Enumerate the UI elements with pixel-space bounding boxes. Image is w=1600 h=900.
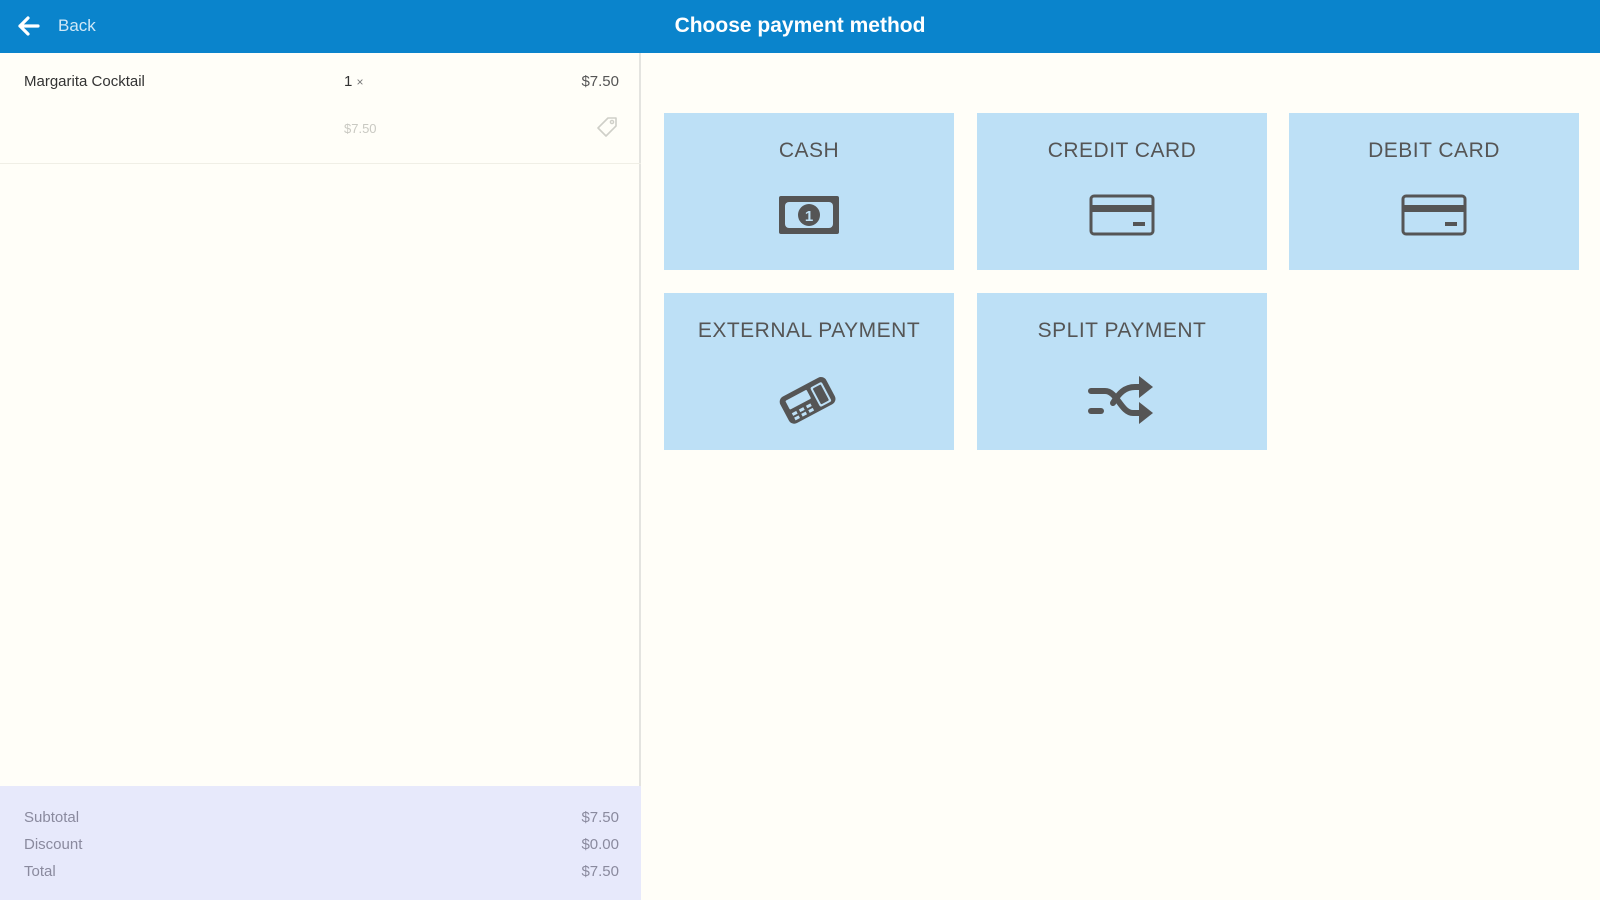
item-price: $7.50 (581, 73, 619, 90)
arrow-left-icon (18, 16, 40, 36)
order-totals: Subtotal $7.50 Discount $0.00 Total $7.5… (0, 786, 641, 900)
total-label: Total (24, 863, 56, 880)
cash-icon: 1 (779, 196, 839, 234)
credit-card-icon (1089, 194, 1155, 236)
payment-debit-card-label: DEBIT CARD (1368, 139, 1500, 162)
item-quantity: 1 × (344, 73, 364, 90)
payment-cash-label: CASH (778, 139, 840, 162)
payment-cash-button[interactable]: CASH 1 (664, 113, 954, 270)
discount-label: Discount (24, 836, 83, 853)
back-label: Back (58, 16, 96, 35)
subtotal-label: Subtotal (24, 809, 80, 826)
item-qty-suffix: × (356, 75, 364, 89)
order-item[interactable]: Margarita Cocktail 1 × $7.50 $7.50 (0, 53, 641, 164)
back-button[interactable]: Back (16, 10, 96, 42)
split-arrows-icon (1088, 376, 1153, 424)
total-value: $7.50 (581, 863, 619, 880)
item-qty-value: 1 (344, 73, 353, 90)
payment-debit-card-button[interactable]: DEBIT CARD (1289, 113, 1579, 270)
debit-card-icon (1401, 194, 1467, 236)
payment-split-button[interactable]: SPLIT PAYMENT (977, 293, 1267, 450)
subtotal-row: Subtotal $7.50 (24, 809, 619, 835)
page-title: Choose payment method (674, 14, 926, 37)
payment-split-label: SPLIT PAYMENT (1037, 319, 1207, 342)
payment-credit-card-button[interactable]: CREDIT CARD (977, 113, 1267, 270)
total-row: Total $7.50 (24, 863, 619, 889)
subtotal-value: $7.50 (581, 809, 619, 826)
svg-text:1: 1 (805, 208, 813, 225)
discount-value: $0.00 (581, 836, 619, 853)
payment-external-label: EXTERNAL PAYMENT (697, 319, 921, 342)
payment-external-button[interactable]: EXTERNAL PAYMENT (664, 293, 954, 450)
item-unit-price: $7.50 (344, 121, 377, 136)
tag-icon[interactable] (595, 115, 619, 139)
discount-row: Discount $0.00 (24, 836, 619, 862)
card-terminal-icon (779, 377, 836, 424)
payment-credit-card-label: CREDIT CARD (1047, 139, 1197, 162)
item-name: Margarita Cocktail (24, 73, 145, 90)
order-panel: Margarita Cocktail 1 × $7.50 $7.50 Subto… (0, 53, 641, 900)
top-bar: Back Choose payment method (0, 0, 1600, 53)
